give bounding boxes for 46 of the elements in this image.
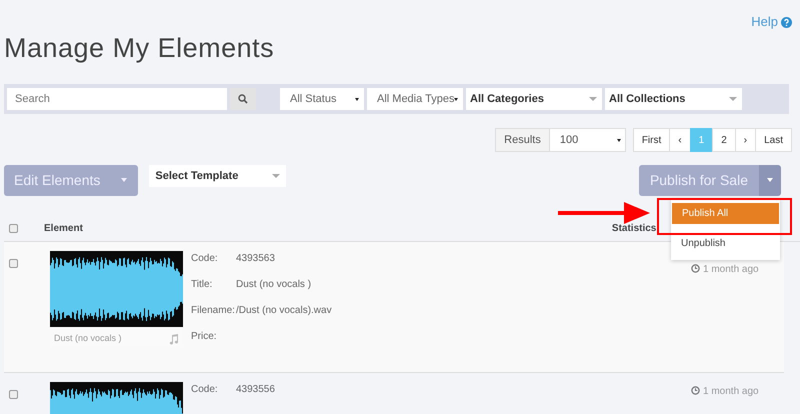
field-value: /Dust (no vocals).wav [236,304,332,318]
search-field[interactable]: Search [7,88,227,110]
field-value: 4393563 [236,252,275,266]
pagination-item[interactable]: 2 [712,128,736,152]
caret-icon [766,178,774,183]
caret-icon [272,174,280,178]
column-header: Statistics [612,222,656,236]
row-checkbox[interactable] [9,259,18,268]
field-label: Price: [191,330,218,344]
filter-select[interactable]: All Media Types [367,88,463,110]
search-icon [238,94,248,104]
filter-select[interactable]: All Status [280,88,364,110]
time-ago: 1 month ago [703,263,759,277]
field-label: Title: [191,278,214,292]
caret-icon [120,178,128,183]
time-ago: 1 month ago [703,385,759,399]
column-header: Element [44,222,83,236]
caret-icon [589,97,597,101]
field-label: Code: [191,252,219,266]
filter-select[interactable]: All Collections [605,88,742,110]
page-title: Manage My Elements [4,32,276,64]
pagination-item[interactable]: Last [755,128,792,152]
clock-icon [691,264,700,273]
dropdown-toggle-button[interactable] [759,165,781,196]
template-select[interactable]: Select Template [149,165,286,187]
pagination-item[interactable]: First [632,128,670,152]
element-caption: Dust (no vocals ) [54,332,122,346]
field-label: Filename: [191,304,236,318]
menu-item[interactable]: Unpublish [671,233,780,254]
music-note-icon [169,334,179,344]
help-icon[interactable] [781,16,792,28]
select-all-checkbox[interactable] [9,224,18,233]
caret-icon [616,138,621,142]
field-value: 4393556 [236,383,275,397]
field-label: Code: [191,383,219,397]
pagination-item[interactable]: › [734,128,756,152]
pagination-item[interactable]: ‹ [669,128,691,152]
clock-icon [691,386,700,395]
caret-icon [454,98,458,100]
results-select[interactable]: Results 100 [495,128,626,152]
row-checkbox[interactable] [9,390,18,399]
search-button[interactable] [230,88,256,110]
filter-select[interactable]: All Categories [466,88,602,110]
caret-icon [729,97,737,101]
caret-icon [355,98,359,100]
field-value: Dust (no vocals ) [236,278,312,292]
